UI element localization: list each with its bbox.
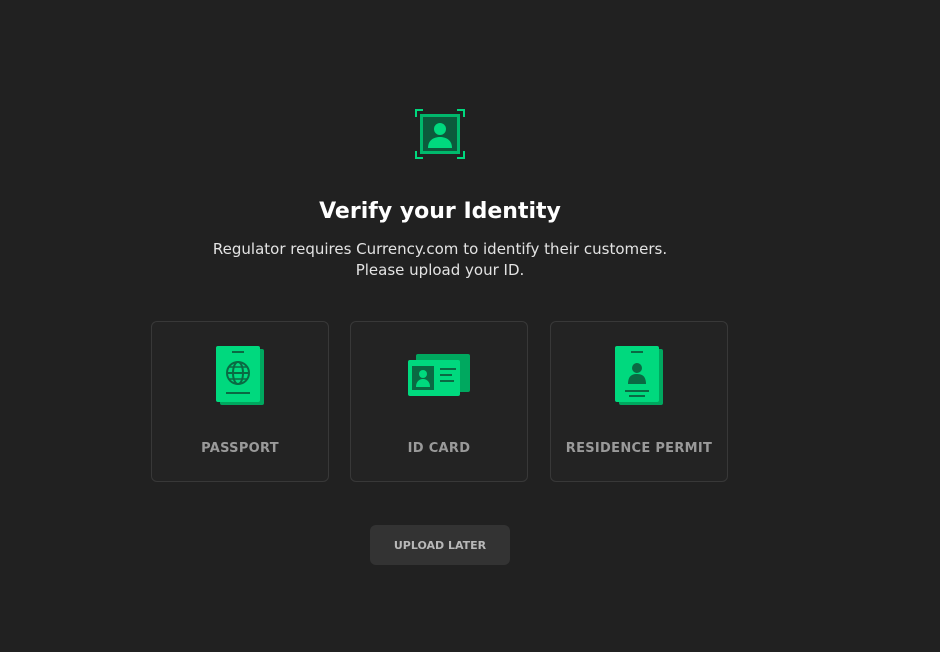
subtitle-line-1: Regulator requires Currency.com to ident…: [212, 240, 668, 258]
residence-permit-label: RESIDENCE PERMIT: [565, 441, 713, 456]
passport-label: PASSPORT: [201, 441, 279, 456]
id-card-label: ID CARD: [407, 441, 471, 456]
residence-permit-option[interactable]: RESIDENCE PERMIT: [550, 321, 728, 482]
subtitle-line-2: Please upload your ID.: [355, 261, 525, 279]
id-card-option[interactable]: ID CARD: [350, 321, 528, 482]
residence-permit-icon: [615, 346, 663, 410]
page-title: Verify your Identity: [319, 199, 561, 224]
verification-page: Verify your Identity Regulator requires …: [0, 0, 940, 652]
document-options: PASSPORT ID CARD RESIDENCE PERMIT: [151, 321, 731, 484]
id-card-icon: [408, 354, 470, 400]
user-id-scan-icon: [414, 108, 466, 160]
passport-option[interactable]: PASSPORT: [151, 321, 329, 482]
upload-later-button[interactable]: UPLOAD LATER: [370, 525, 510, 565]
page-subtitle: Regulator requires Currency.com to ident…: [0, 239, 880, 281]
passport-icon: [216, 346, 264, 410]
